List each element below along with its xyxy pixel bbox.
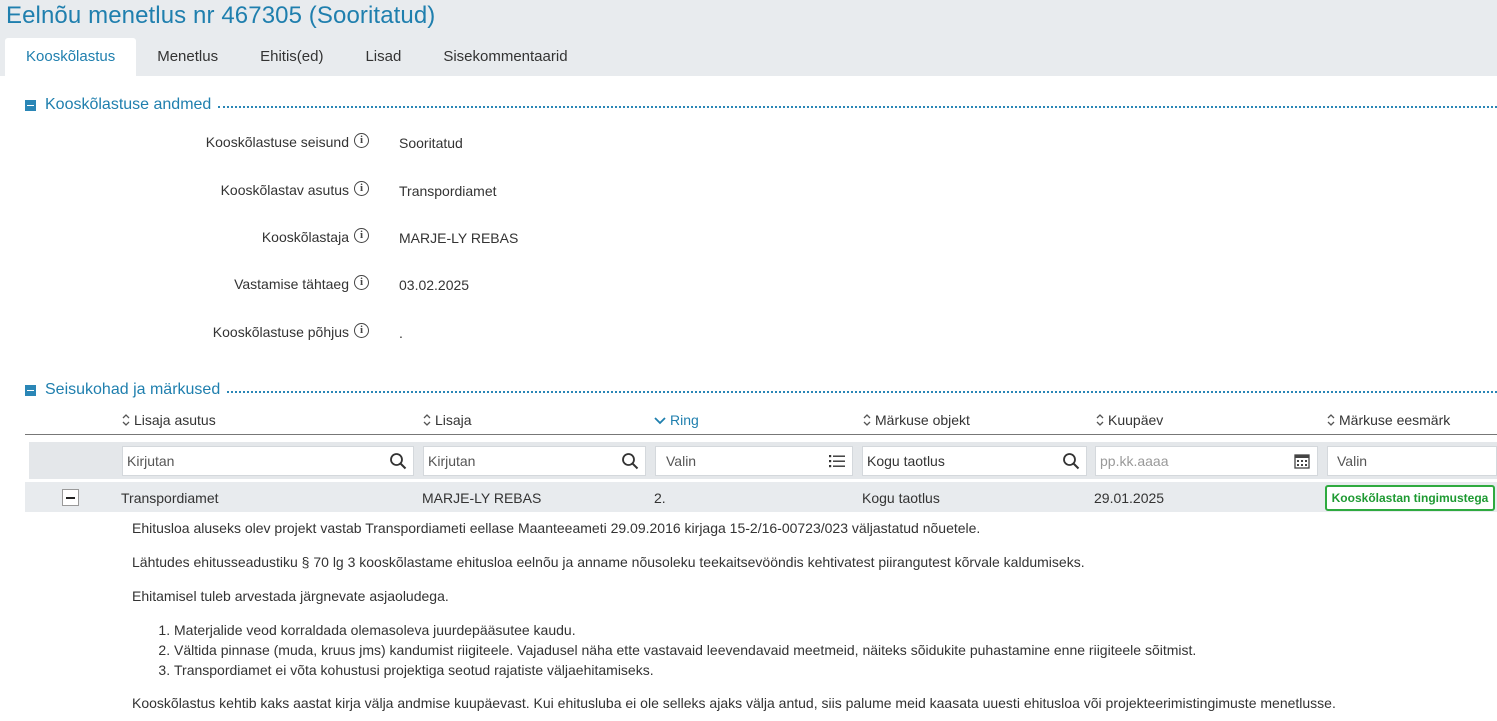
cell-object: Kogu taotlus xyxy=(862,490,940,506)
search-icon[interactable] xyxy=(621,452,639,470)
info-icon[interactable]: i xyxy=(354,181,369,196)
section-title: Kooskõlastuse andmed xyxy=(45,96,212,113)
section-divider xyxy=(218,105,1497,108)
remarks-section-header: Seisukohad ja märkused xyxy=(25,380,1497,400)
page-title: Eelnõu menetlus nr 467305 (Sooritatud) xyxy=(6,2,436,29)
cell-date: 29.01.2025 xyxy=(1094,490,1165,506)
comment-paragraph: Kooskõlastus kehtib kaks aastat kirja vä… xyxy=(132,695,1336,711)
filter-round-select[interactable]: Valin xyxy=(655,446,853,476)
field-label: Kooskõlastaja xyxy=(261,229,349,245)
cell-round: 2. xyxy=(654,490,666,506)
field-approval-reason: Kooskõlastuse põhjus i . xyxy=(0,322,800,344)
info-icon[interactable]: i xyxy=(354,228,369,243)
info-icon[interactable]: i xyxy=(354,133,369,148)
collapse-icon[interactable] xyxy=(25,384,36,396)
tab-sisekommentaarid[interactable]: Sisekommentaarid xyxy=(422,38,588,76)
filter-purpose-select[interactable]: Valin xyxy=(1327,446,1497,476)
field-approval-status: Kooskõlastuse seisund i Sooritatud xyxy=(0,132,800,154)
comment-paragraph: Ehitamisel tuleb arvestada järgnevate as… xyxy=(132,588,449,604)
sort-icon xyxy=(122,414,130,426)
sort-icon xyxy=(1096,414,1104,426)
section-divider xyxy=(227,390,1497,393)
sort-icon xyxy=(423,414,431,426)
tab-ehitised[interactable]: Ehitis(ed) xyxy=(239,38,344,76)
table-header-divider xyxy=(25,434,1497,435)
search-icon[interactable] xyxy=(389,452,407,470)
list-item: Transpordiamet ei võta kohustusi projekt… xyxy=(174,661,1196,681)
filter-date-input[interactable]: pp.kk.aaaa xyxy=(1095,446,1318,476)
collapse-icon[interactable] xyxy=(25,99,36,111)
field-value: Sooritatud xyxy=(399,135,463,151)
chevron-down-icon xyxy=(654,417,666,425)
field-value: MARJE-LY REBAS xyxy=(399,230,519,246)
field-label: Kooskõlastav asutus xyxy=(220,182,349,198)
approval-section-header: Kooskõlastuse andmed xyxy=(25,95,1497,115)
field-approver: Kooskõlastaja i MARJE-LY REBAS xyxy=(0,227,800,249)
comment-paragraph: Lähtudes ehitusseadustiku § 70 lg 3 koos… xyxy=(132,554,1085,570)
column-header-round[interactable]: Ring xyxy=(654,412,699,428)
filter-author-input[interactable]: Kirjutan xyxy=(423,446,646,476)
collapse-row-button[interactable] xyxy=(62,489,79,506)
column-header-purpose[interactable]: Märkuse eesmärk xyxy=(1327,412,1450,428)
field-label: Kooskõlastuse seisund xyxy=(205,134,349,150)
column-header-object[interactable]: Märkuse objekt xyxy=(863,412,970,428)
filter-object-input[interactable]: Kogu taotlus xyxy=(862,446,1087,476)
sort-icon xyxy=(863,414,871,426)
field-label: Vastamise tähtaeg xyxy=(234,276,349,292)
section-title: Seisukohad ja märkused xyxy=(45,381,221,398)
tab-lisad[interactable]: Lisad xyxy=(344,38,422,76)
field-value: 03.02.2025 xyxy=(399,277,470,293)
cell-institution: Transpordiamet xyxy=(121,490,219,506)
page-header: Eelnõu menetlus nr 467305 (Sooritatud) K… xyxy=(0,0,1497,76)
sort-icon xyxy=(1327,414,1335,426)
field-response-deadline: Vastamise tähtaeg i 03.02.2025 xyxy=(0,274,800,296)
tab-menetlus[interactable]: Menetlus xyxy=(136,38,239,76)
column-header-date[interactable]: Kuupäev xyxy=(1096,412,1163,428)
field-value: . xyxy=(399,325,403,341)
tab-kooskolastus[interactable]: Kooskõlastus xyxy=(5,38,137,76)
tab-bar: Kooskõlastus Menetlus Ehitis(ed) Lisad S… xyxy=(5,38,589,76)
list-icon[interactable] xyxy=(828,452,846,470)
list-item: Vältida pinnase (muda, kruus jms) kandum… xyxy=(174,641,1196,661)
field-label: Kooskõlastuse põhjus xyxy=(212,324,349,340)
comment-paragraph: Ehitusloa aluseks olev projekt vastab Tr… xyxy=(132,520,981,536)
column-header-institution[interactable]: Lisaja asutus xyxy=(122,412,216,428)
field-value: Transpordiamet xyxy=(399,183,497,199)
info-icon[interactable]: i xyxy=(354,323,369,338)
filter-institution-input[interactable]: Kirjutan xyxy=(122,446,414,476)
comment-list: Materjalide veod korraldada olemasoleva … xyxy=(132,621,1196,681)
info-icon[interactable]: i xyxy=(354,275,369,290)
list-item: Materjalide veod korraldada olemasoleva … xyxy=(174,621,1196,641)
cell-author: MARJE-LY REBAS xyxy=(422,490,542,506)
column-header-author[interactable]: Lisaja xyxy=(423,412,472,428)
search-icon[interactable] xyxy=(1062,452,1080,470)
calendar-icon[interactable] xyxy=(1293,452,1311,470)
table-row[interactable] xyxy=(25,482,1497,512)
field-approving-institution: Kooskõlastav asutus i Transpordiamet xyxy=(0,180,800,202)
status-badge: Kooskõlastan tingimustega xyxy=(1325,485,1495,511)
